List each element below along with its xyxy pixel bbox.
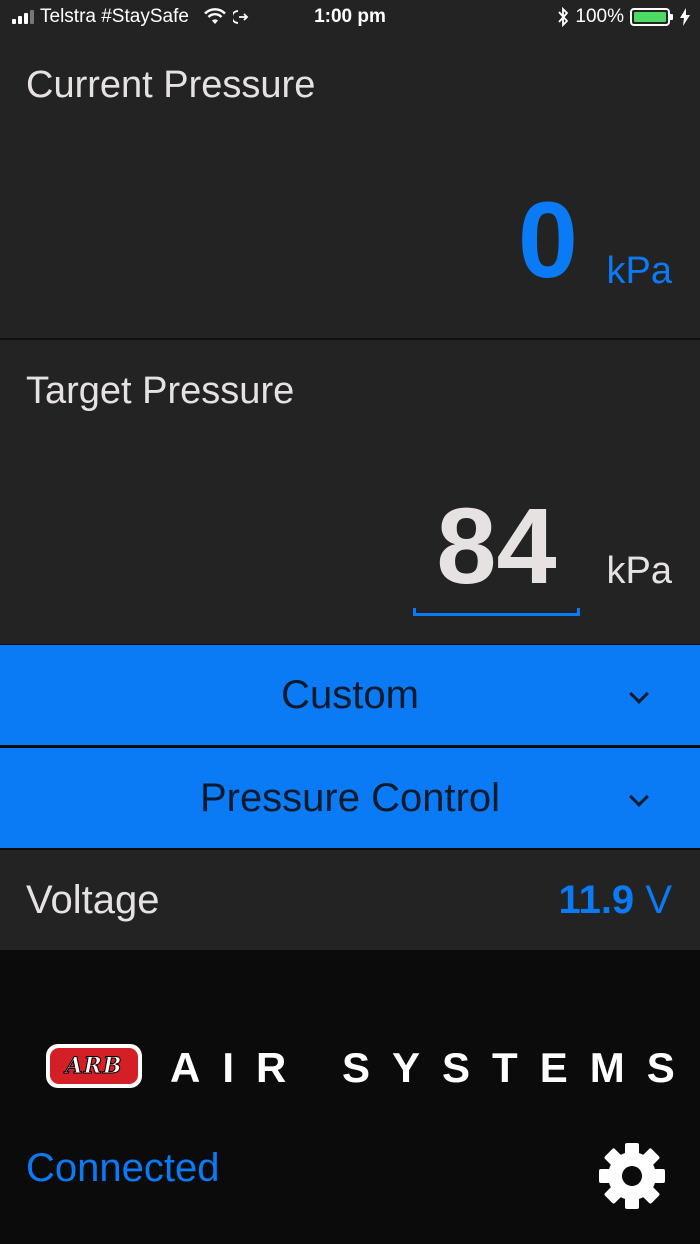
- status-bar: Telstra #StaySafe 1:00 pm 100%: [0, 0, 700, 36]
- target-pressure-underline: [413, 608, 580, 616]
- target-pressure-title: Target Pressure: [26, 370, 295, 412]
- voltage-panel: Voltage 11.9 V: [0, 850, 700, 950]
- battery-percent: 100%: [575, 6, 624, 27]
- battery-icon: [630, 8, 673, 26]
- bluetooth-icon: [558, 7, 569, 27]
- current-pressure-title: Current Pressure: [26, 64, 316, 106]
- arb-logo-text: ARB: [65, 1053, 123, 1080]
- brand-name: AIR SYSTEMS: [170, 1044, 697, 1091]
- mode-select[interactable]: Pressure Control: [0, 748, 700, 848]
- voltage-value: 11.9: [558, 878, 635, 922]
- mode-select-label: Pressure Control: [199, 776, 501, 820]
- charging-icon: [680, 8, 690, 26]
- current-pressure-panel: Current Pressure 0 kPa: [0, 36, 700, 338]
- voltage-unit: V: [645, 878, 672, 922]
- target-pressure-panel: Target Pressure 84 kPa: [0, 340, 700, 644]
- connection-status: Connected: [26, 1146, 220, 1190]
- target-pressure-unit: kPa: [606, 550, 672, 592]
- current-pressure-value: 0: [517, 179, 578, 300]
- voltage-readout: 11.9 V: [559, 878, 672, 923]
- target-pressure-input[interactable]: 84: [413, 492, 580, 600]
- voltage-label: Voltage: [26, 878, 160, 922]
- current-pressure-unit: kPa: [606, 250, 672, 292]
- arb-logo: ARB: [46, 1044, 142, 1088]
- arb-logo-badge: ARB: [50, 1048, 138, 1084]
- preset-select[interactable]: Custom: [0, 645, 700, 745]
- footer: ARB AIR SYSTEMS Connected: [0, 950, 700, 1244]
- status-bar-right: 100%: [557, 6, 690, 28]
- gear-icon[interactable]: [598, 1142, 666, 1210]
- preset-select-label: Custom: [281, 673, 419, 717]
